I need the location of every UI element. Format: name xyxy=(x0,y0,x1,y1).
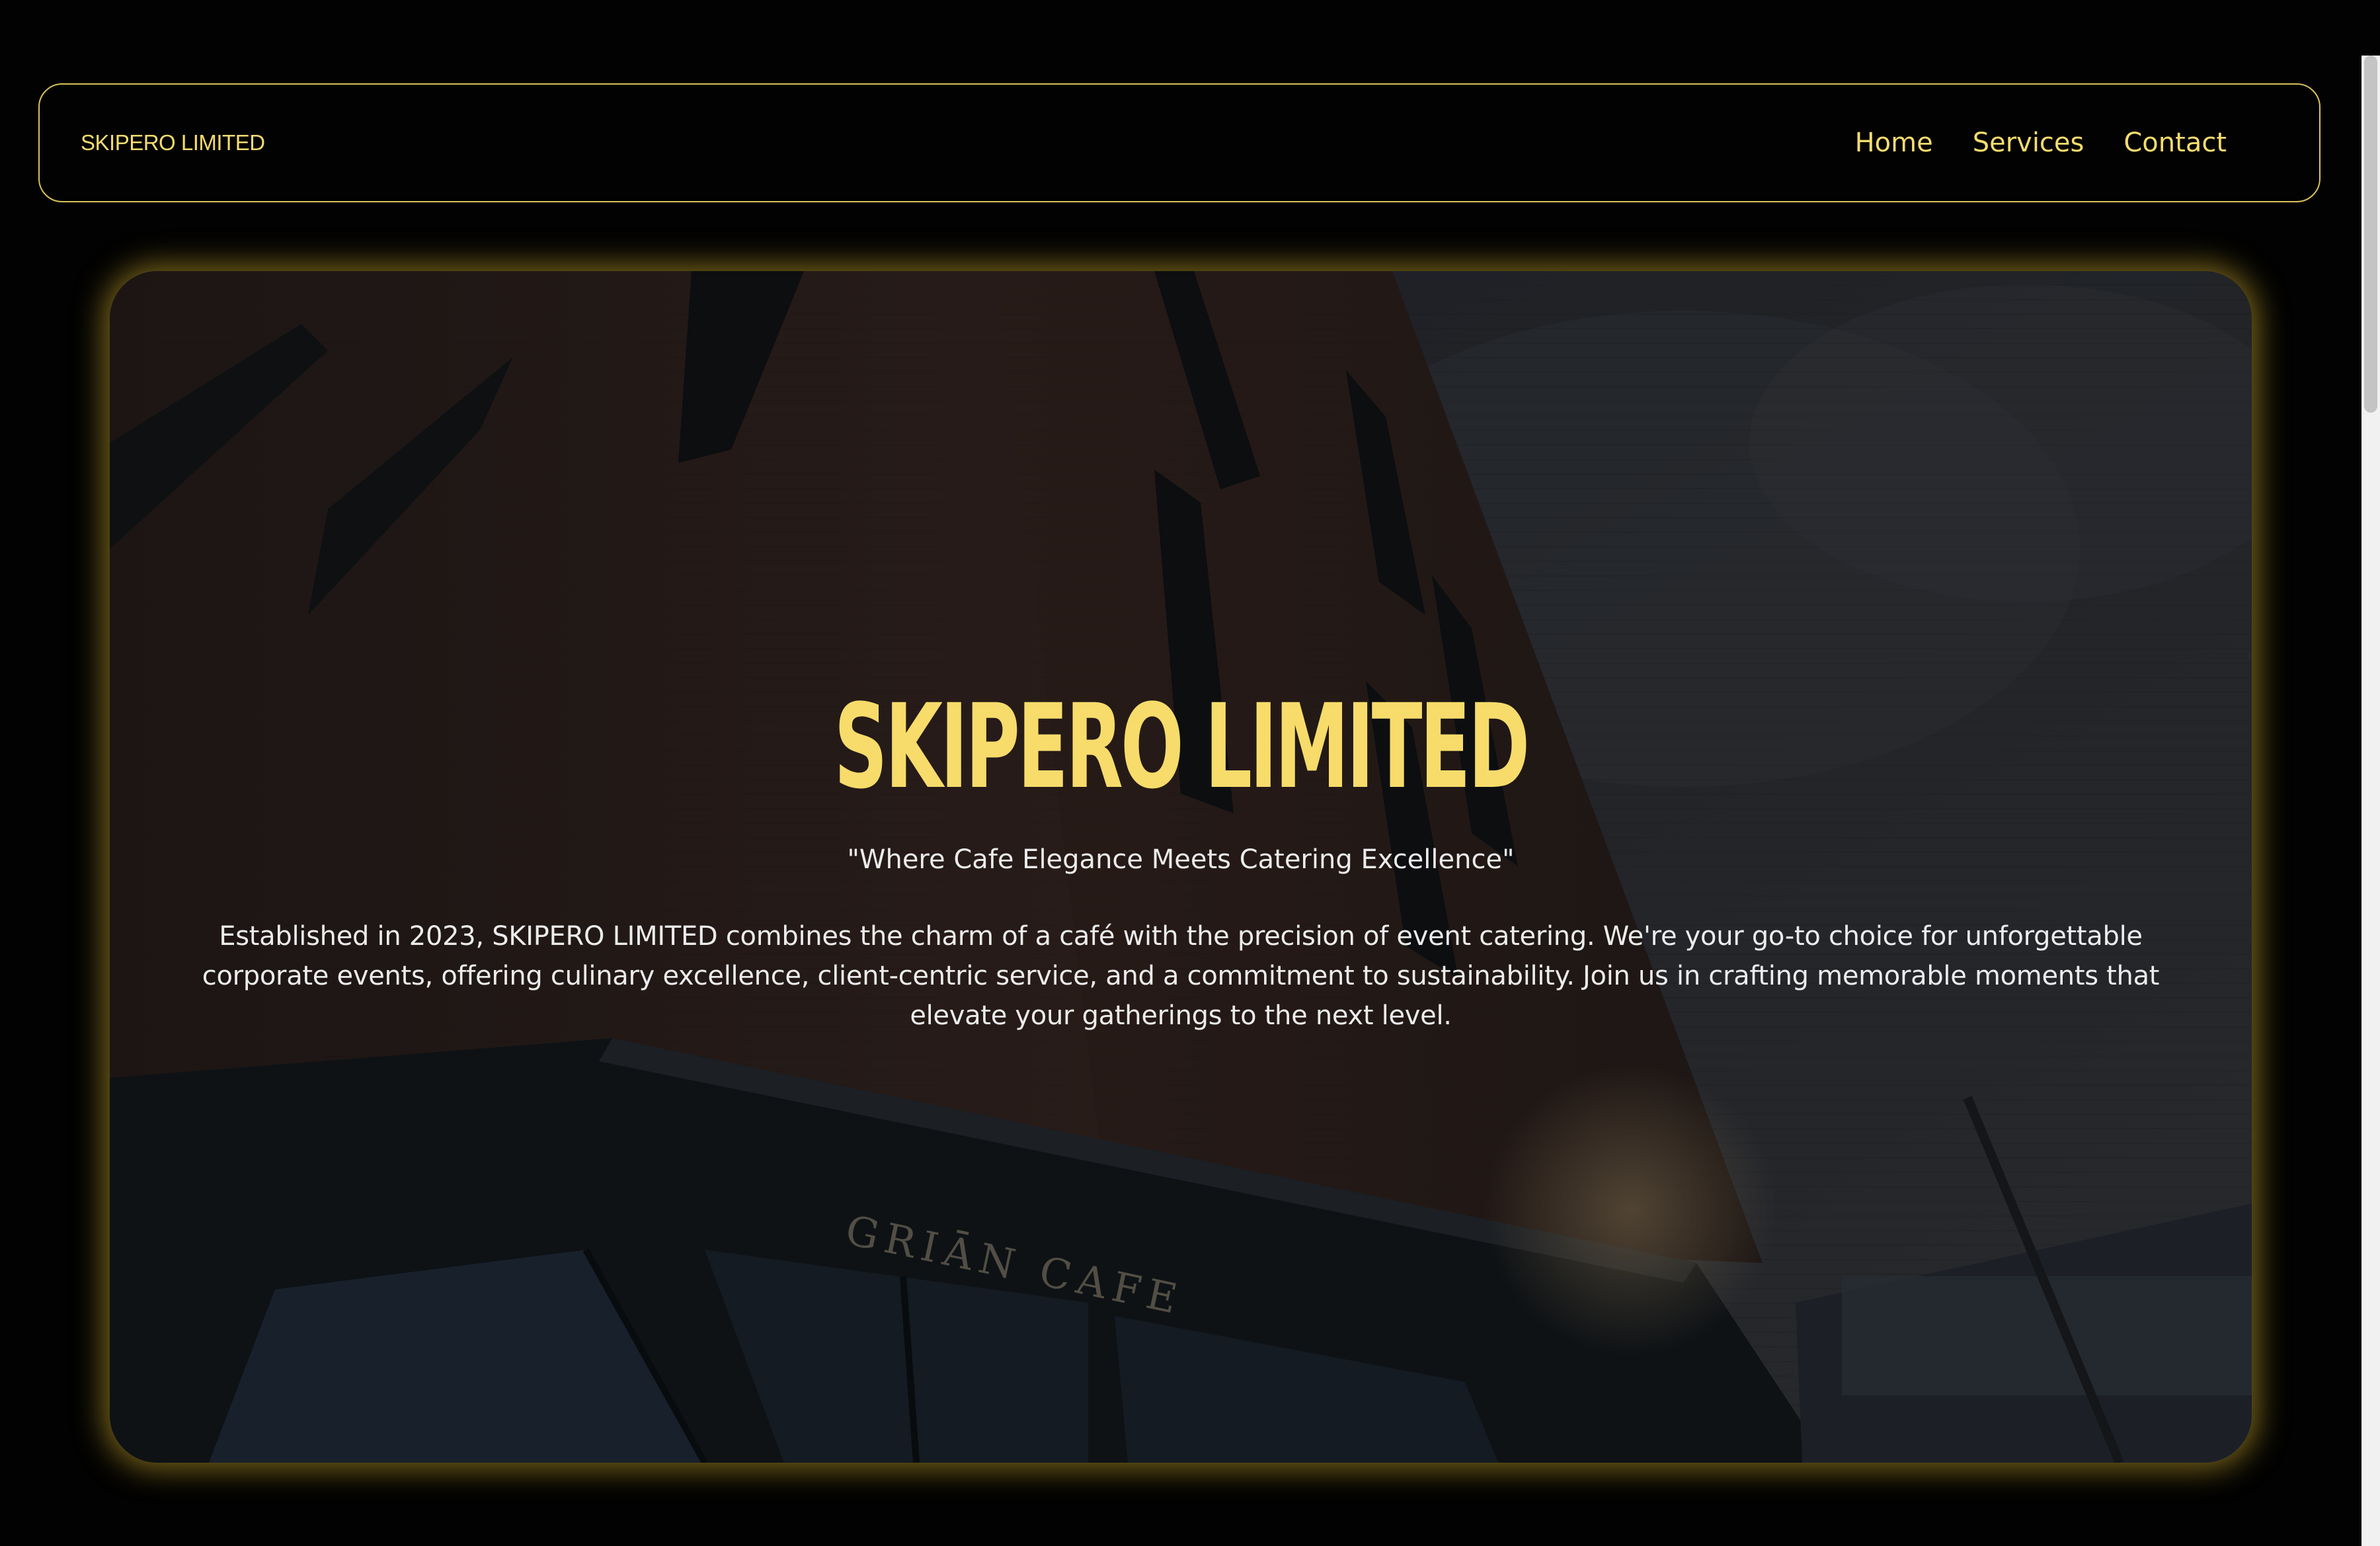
hero-title: SKIPERO LIMITED xyxy=(834,679,1530,815)
top-navbar: SKIPERO LIMITED Home Services Contact xyxy=(38,83,2320,202)
nav-link-home[interactable]: Home xyxy=(1855,128,1933,158)
hero-tagline: "Where Cafe Elegance Meets Catering Exce… xyxy=(847,844,1515,875)
nav-links: Home Services Contact xyxy=(1855,85,2227,201)
hero-content: SKIPERO LIMITED "Where Cafe Elegance Mee… xyxy=(110,271,2252,1463)
page: SKIPERO LIMITED Home Services Contact GR… xyxy=(0,0,2380,1546)
scrollbar-thumb[interactable] xyxy=(2364,56,2377,413)
nav-link-services[interactable]: Services xyxy=(1973,128,2084,158)
nav-link-contact[interactable]: Contact xyxy=(2123,128,2227,158)
hero-description: Established in 2023, SKIPERO LIMITED com… xyxy=(202,921,2160,1031)
hero-section: GRIĀN CAFE SKIPERO LIMITED "Where Cafe E… xyxy=(110,271,2252,1463)
brand-logo-link[interactable]: SKIPERO LIMITED xyxy=(81,85,265,201)
page-scrollbar[interactable] xyxy=(2361,56,2380,1546)
